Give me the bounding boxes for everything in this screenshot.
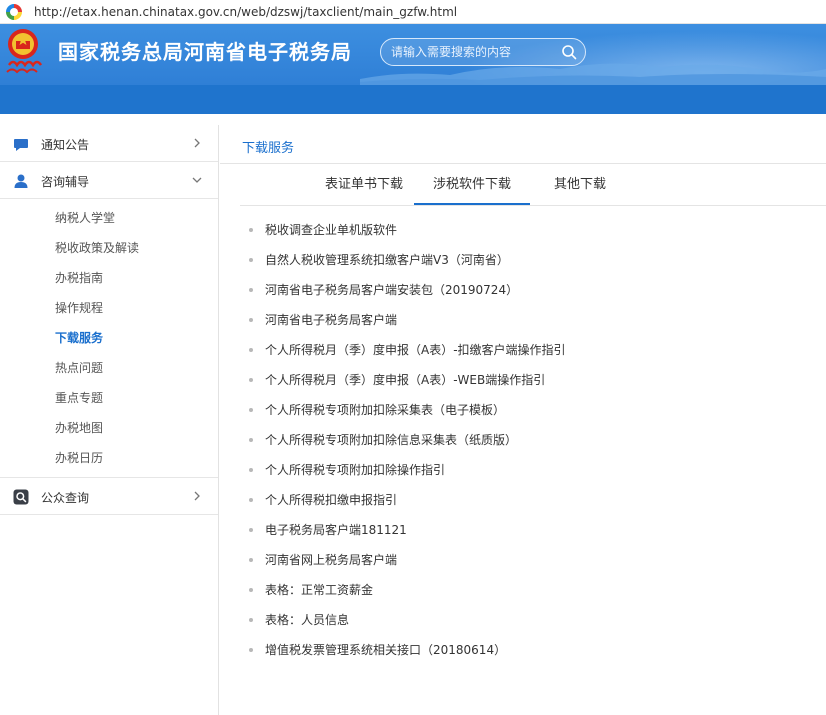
bullet-icon xyxy=(249,228,253,232)
sidebar-group-label: 咨询辅导 xyxy=(41,175,90,189)
chat-bubble-icon xyxy=(14,139,28,151)
download-link[interactable]: 表格：人员信息 xyxy=(248,610,566,640)
site-title: 国家税务总局河南省电子税务局 xyxy=(58,40,352,64)
national-emblem-logo xyxy=(6,29,42,74)
download-link[interactable]: 个人所得税专项附加扣除操作指引 xyxy=(248,460,566,490)
sidebar-group-consulting[interactable]: 咨询辅导 xyxy=(0,162,218,199)
bullet-icon xyxy=(249,558,253,562)
download-link[interactable]: 自然人税收管理系统扣缴客户端V3（河南省） xyxy=(248,250,566,280)
download-link[interactable]: 电子税务局客户端181121 xyxy=(248,520,566,550)
sidebar-group-public-query[interactable]: 公众查询 xyxy=(0,478,218,515)
download-link[interactable]: 个人所得税月（季）度申报（A表）-扣缴客户端操作指引 xyxy=(248,340,566,370)
tab-tax-software-downloads[interactable]: 涉税软件下载 xyxy=(414,164,530,205)
search-input[interactable] xyxy=(391,43,551,61)
search-icon[interactable] xyxy=(561,44,577,60)
download-link[interactable]: 表格：正常工资薪金 xyxy=(248,580,566,610)
download-link[interactable]: 个人所得税月（季）度申报（A表）-WEB端操作指引 xyxy=(248,370,566,400)
download-link[interactable]: 个人所得税专项附加扣除采集表（电子模板） xyxy=(248,400,566,430)
bullet-icon xyxy=(249,408,253,412)
download-link[interactable]: 河南省网上税务局客户端 xyxy=(248,550,566,580)
sidebar-group-label: 公众查询 xyxy=(41,491,90,505)
sidebar-item-procedures[interactable]: 操作规程 xyxy=(0,293,218,323)
download-link[interactable]: 税收调查企业单机版软件 xyxy=(248,220,566,250)
chevron-right-icon xyxy=(194,138,200,148)
bullet-icon xyxy=(249,468,253,472)
download-link[interactable]: 个人所得税专项附加扣除信息采集表（纸质版） xyxy=(248,430,566,460)
sidebar-item-tax-guide[interactable]: 办税指南 xyxy=(0,263,218,293)
sidebar-group-notices[interactable]: 通知公告 xyxy=(0,125,218,162)
consulting-submenu: 纳税人学堂 税收政策及解读 办税指南 操作规程 下载服务 热点问题 重点专题 办… xyxy=(0,199,218,478)
download-link[interactable]: 增值税发票管理系统相关接口（20180614） xyxy=(248,640,566,670)
browser-logo-icon xyxy=(6,3,22,20)
sidebar-item-key-topics[interactable]: 重点专题 xyxy=(0,383,218,413)
bullet-icon xyxy=(249,588,253,592)
bullet-icon xyxy=(249,528,253,532)
sidebar-item-hot-topics[interactable]: 热点问题 xyxy=(0,353,218,383)
browser-address-bar: http://etax.henan.chinatax.gov.cn/web/dz… xyxy=(0,0,826,24)
site-search xyxy=(380,38,586,66)
bullet-icon xyxy=(249,648,253,652)
chevron-down-icon xyxy=(192,177,202,183)
main-nav-bar xyxy=(0,85,826,114)
search-box-icon xyxy=(13,489,29,505)
bullet-icon xyxy=(249,288,253,292)
bullet-icon xyxy=(249,378,253,382)
download-list: 税收调查企业单机版软件 自然人税收管理系统扣缴客户端V3（河南省） 河南省电子税… xyxy=(248,220,566,670)
bullet-icon xyxy=(249,348,253,352)
user-icon xyxy=(14,174,28,188)
download-link[interactable]: 河南省电子税务局客户端安装包（20190724） xyxy=(248,280,566,310)
sidebar-group-label: 通知公告 xyxy=(41,138,90,152)
tab-form-downloads[interactable]: 表证单书下载 xyxy=(314,164,414,205)
bullet-icon xyxy=(249,438,253,442)
sidebar-item-tax-policy[interactable]: 税收政策及解读 xyxy=(0,233,218,263)
tab-other-downloads[interactable]: 其他下载 xyxy=(530,164,630,205)
address-url[interactable]: http://etax.henan.chinatax.gov.cn/web/dz… xyxy=(34,5,457,19)
sidebar-item-download-service[interactable]: 下载服务 xyxy=(0,323,218,353)
sidebar-item-tax-map[interactable]: 办税地图 xyxy=(0,413,218,443)
download-link[interactable]: 个人所得税扣缴申报指引 xyxy=(248,490,566,520)
bullet-icon xyxy=(249,258,253,262)
download-tabs: 表证单书下载 涉税软件下载 其他下载 xyxy=(240,164,826,206)
bullet-icon xyxy=(249,318,253,322)
chevron-right-icon xyxy=(194,491,200,501)
bullet-icon xyxy=(249,618,253,622)
sidebar: 通知公告 咨询辅导 纳税人学堂 税收政策及解读 办税指南 操作规程 下载服务 热… xyxy=(0,125,219,715)
sidebar-item-taxpayer-school[interactable]: 纳税人学堂 xyxy=(0,203,218,233)
sidebar-item-tax-calendar[interactable]: 办税日历 xyxy=(0,443,218,473)
page-title: 下载服务 xyxy=(242,141,295,156)
download-link[interactable]: 河南省电子税务局客户端 xyxy=(248,310,566,340)
bullet-icon xyxy=(249,498,253,502)
main-content: 下载服务 表证单书下载 涉税软件下载 其他下载 税收调查企业单机版软件 自然人税… xyxy=(220,125,826,715)
site-header: 国家税务总局河南省电子税务局 xyxy=(0,24,826,85)
